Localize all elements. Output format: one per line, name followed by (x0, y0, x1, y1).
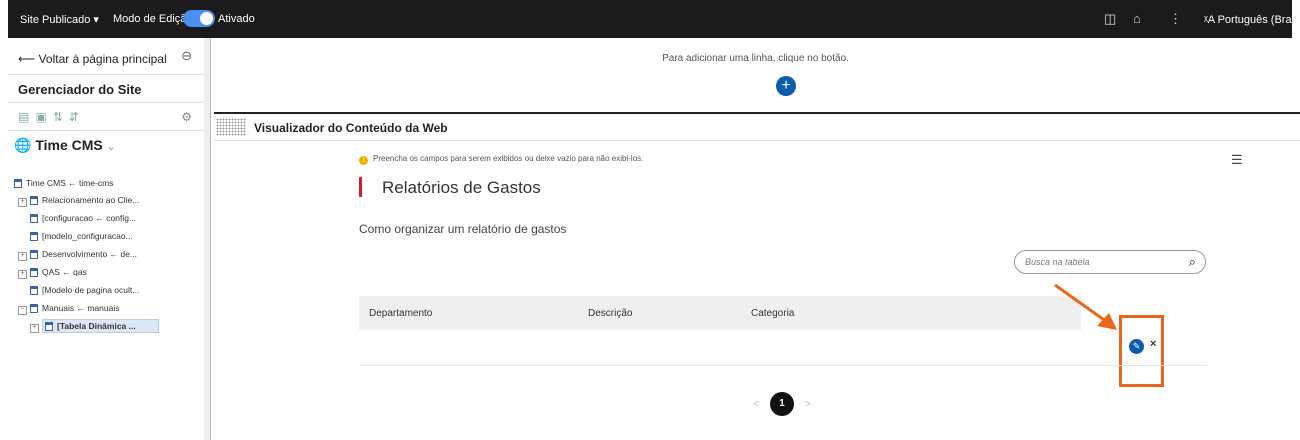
expand-node-icon[interactable]: + (18, 270, 27, 279)
sidebar-resize-handle[interactable] (204, 38, 211, 440)
arrow-left-icon: ⟵ (18, 52, 36, 66)
tree-item-label: Time CMS ← time-cms (26, 178, 114, 188)
tree-item-label: Desenvolvimento ← de... (42, 249, 137, 259)
sidebar-title: Gerenciador do Site (18, 82, 142, 97)
translate-icon: ᵡA (1204, 14, 1215, 26)
tree-toolbar: ▤▣⇅⇵ (18, 110, 85, 124)
tree-item-label: QAS ← qas (42, 267, 87, 277)
document-icon[interactable]: ▣ (35, 110, 52, 124)
edit-mode-state: Ativado (218, 13, 255, 25)
page-icon (30, 196, 38, 205)
collapse-icon[interactable]: ⊖ (181, 48, 192, 64)
page-icon (30, 232, 38, 241)
site-status-dropdown[interactable]: Site Publicado ▾ (20, 13, 99, 26)
tree-item-label: [Tabela Dinâmica ... (57, 321, 136, 331)
page-icon (30, 214, 38, 223)
pages-icon[interactable]: ▤ (18, 110, 35, 124)
tree-item[interactable]: + QAS ← qas (18, 267, 87, 279)
site-manager-sidebar: ⟵ Voltar à página principal ⊖ Gerenciado… (8, 38, 205, 440)
main-content: Para adicionar uma linha, clique no botã… (211, 38, 1300, 440)
tree-item-label: [modelo_configuracao... (42, 231, 133, 241)
divider (8, 74, 204, 75)
settings-icon[interactable]: ⚙ (181, 110, 192, 124)
expand-icon[interactable]: ⇅ (53, 110, 69, 124)
page-icon (30, 286, 38, 295)
preview-icon[interactable]: ◫ (1104, 11, 1116, 27)
expand-node-icon[interactable]: + (30, 324, 39, 333)
tree-item-label: Manuais ← manuais (42, 303, 120, 313)
site-status-label: Site Publicado (20, 14, 91, 26)
tree-item[interactable]: [modelo_configuracao... (30, 231, 133, 241)
home-icon[interactable]: ⌂ (1133, 11, 1141, 26)
divider (8, 130, 204, 131)
language-selector[interactable]: ᵡA Português (Brasil) ▾ (1204, 13, 1300, 26)
tree-item[interactable]: [Modelo de pagina ocult... (30, 285, 139, 295)
chevron-down-icon: ⌄ (106, 141, 116, 153)
back-link[interactable]: ⟵ Voltar à página principal (18, 52, 167, 66)
tree-item-label: [configuracao ← config... (42, 213, 137, 223)
toggle-knob (200, 12, 213, 25)
tree-item-label: Relacionamento ao Clie... (42, 195, 140, 205)
top-bar: Site Publicado ▾ Modo de Edição: Ativado… (0, 0, 1300, 38)
pagination-prev[interactable]: < (753, 399, 759, 410)
expand-node-icon[interactable]: + (18, 252, 27, 261)
globe-icon: 🌐 (14, 137, 32, 153)
page-icon (45, 322, 53, 331)
tree-item-label: [Modelo de pagina ocult... (42, 285, 140, 295)
tree-item[interactable]: [configuracao ← config... (30, 213, 136, 223)
pagination-next[interactable]: > (805, 399, 811, 410)
tree-item[interactable]: + Desenvolvimento ← de... (18, 249, 137, 261)
pagination-current-page[interactable]: 1 (770, 392, 794, 416)
site-selector[interactable]: 🌐 Time CMS ⌄ (14, 137, 116, 154)
tree-item[interactable]: + Relacionamento ao Clie... (18, 195, 139, 207)
edit-mode-toggle[interactable] (183, 10, 215, 27)
page-icon (30, 268, 38, 277)
expand-node-icon[interactable]: + (18, 198, 27, 207)
tree-item-selected[interactable]: + [Tabela Dinâmica ... (30, 319, 159, 333)
callout-arrow (1054, 283, 1117, 330)
collapse-node-icon[interactable]: − (18, 306, 27, 315)
tree-item[interactable]: Time CMS ← time-cms (14, 178, 114, 188)
divider (8, 102, 204, 103)
tree-item[interactable]: − Manuais ← manuais (18, 303, 119, 315)
page-icon (30, 250, 38, 259)
collapse-tree-icon[interactable]: ⇵ (69, 110, 85, 124)
site-name: Time CMS (35, 137, 103, 153)
language-label: Português (Brasil) (1217, 14, 1300, 26)
back-link-label: Voltar à página principal (38, 52, 167, 66)
page-icon (14, 179, 22, 188)
page-icon (30, 304, 38, 313)
more-options-icon[interactable]: ⋮ (1169, 11, 1182, 27)
